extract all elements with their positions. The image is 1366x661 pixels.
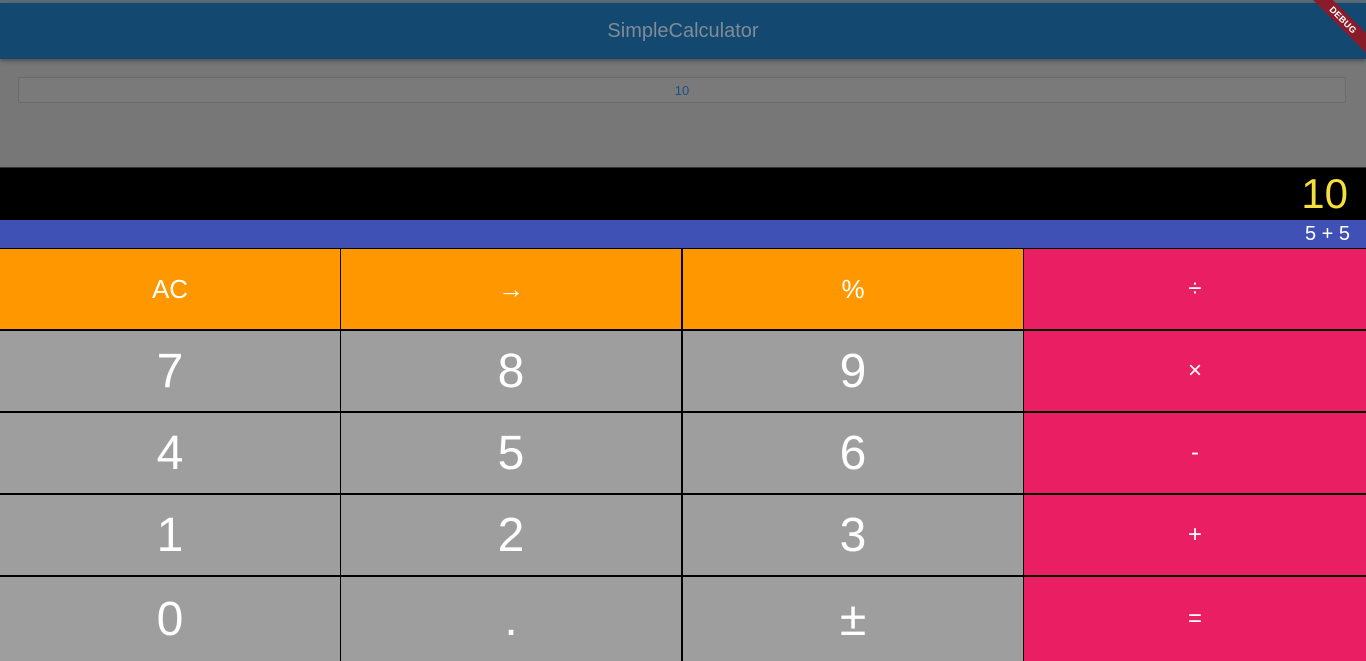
equals-button[interactable]: = <box>1024 577 1366 661</box>
ac-button[interactable]: AC <box>0 249 340 329</box>
divide-button[interactable]: ÷ <box>1024 249 1366 329</box>
history-panel: 10 <box>0 59 1366 167</box>
minus-button[interactable]: - <box>1024 413 1366 493</box>
history-item[interactable]: 10 <box>18 77 1346 103</box>
app-bar: SimpleCalculator <box>0 3 1366 59</box>
app-title: SimpleCalculator <box>607 19 759 42</box>
percent-button[interactable]: % <box>683 249 1023 329</box>
digit-6-button[interactable]: 6 <box>683 413 1023 493</box>
result-value: 10 <box>1301 170 1348 217</box>
debug-banner-label: DEBUG <box>1306 0 1366 57</box>
decimal-button[interactable]: . <box>341 577 681 661</box>
backspace-button[interactable]: → <box>341 249 681 329</box>
digit-5-button[interactable]: 5 <box>341 413 681 493</box>
multiply-button[interactable]: × <box>1024 331 1366 411</box>
history-value: 10 <box>674 82 690 98</box>
result-display: 10 <box>0 167 1366 220</box>
digit-7-button[interactable]: 7 <box>0 331 340 411</box>
digit-4-button[interactable]: 4 <box>0 413 340 493</box>
expression-display: 5 + 5 <box>0 220 1366 248</box>
plus-minus-button[interactable]: ± <box>683 577 1023 661</box>
calculator-window: SimpleCalculator DEBUG 10 10 5 + 5 AC → … <box>0 0 1366 661</box>
digit-8-button[interactable]: 8 <box>341 331 681 411</box>
digit-9-button[interactable]: 9 <box>683 331 1023 411</box>
digit-0-button[interactable]: 0 <box>0 577 340 661</box>
keypad: AC → % ÷ 7 8 9 × 4 5 6 - 1 2 3 + 0 . ± = <box>0 249 1366 661</box>
digit-2-button[interactable]: 2 <box>341 495 681 575</box>
plus-button[interactable]: + <box>1024 495 1366 575</box>
debug-banner: DEBUG <box>1296 0 1366 70</box>
digit-1-button[interactable]: 1 <box>0 495 340 575</box>
digit-3-button[interactable]: 3 <box>683 495 1023 575</box>
expression-value: 5 + 5 <box>1304 223 1350 245</box>
